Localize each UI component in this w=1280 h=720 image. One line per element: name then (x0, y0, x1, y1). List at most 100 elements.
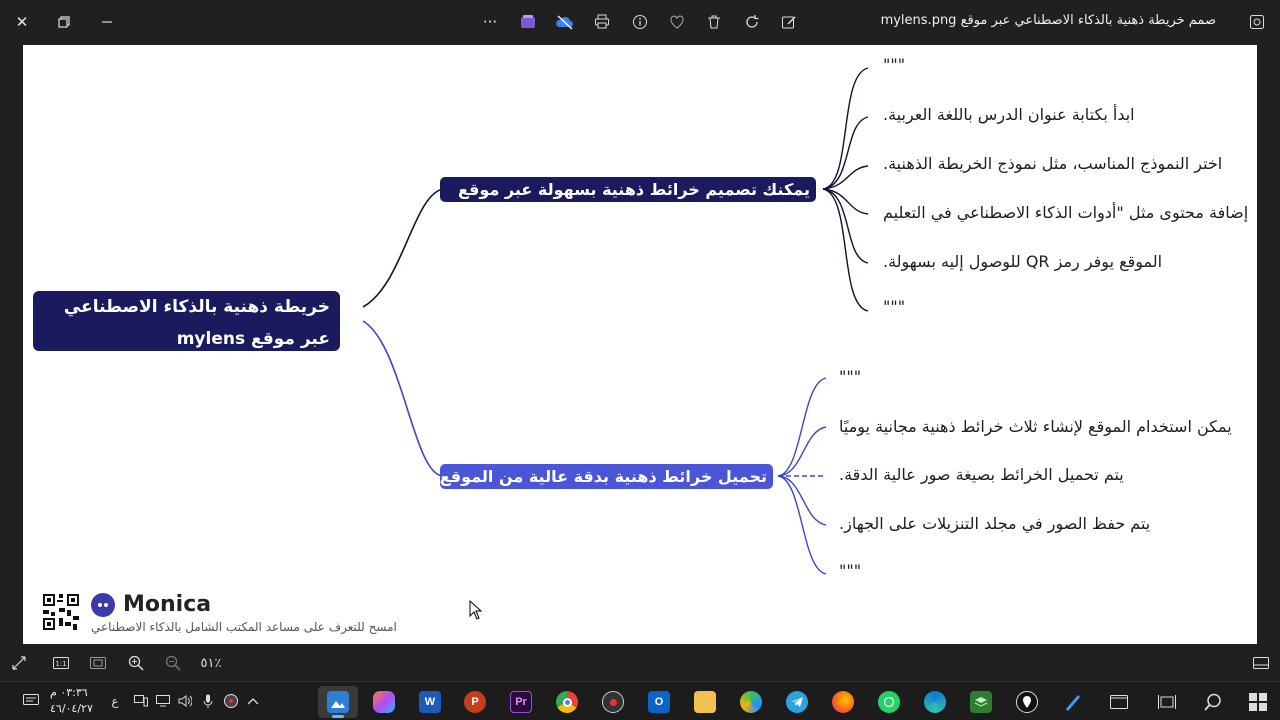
task-view-icon (1156, 691, 1178, 713)
taskbar-start-button[interactable] (1238, 686, 1278, 718)
actual-size-icon[interactable]: 1:1 (50, 652, 72, 674)
copilot-icon (373, 691, 395, 713)
monica-brand-name: Monica (123, 592, 212, 617)
taskbar-pen-app[interactable] (1053, 686, 1093, 718)
taskbar-obs-app[interactable] (593, 686, 633, 718)
telegram-icon (786, 691, 808, 713)
pen-icon (1062, 691, 1084, 713)
mindmap-root-node: خريطة ذهنية بالذكاء الاصطناعي عبر موقع m… (33, 291, 340, 351)
taskbar-word-app[interactable]: W (410, 686, 450, 718)
search-icon (1202, 691, 1224, 713)
clock-date: ٤٦/٠٤/٢٧ (50, 702, 93, 715)
more-options-button[interactable]: ··· (474, 6, 506, 38)
obs-icon (602, 691, 624, 713)
powerpoint-icon: P (464, 691, 486, 713)
windows-taskbar: ٠٣:٣٦ م ٤٦/٠٤/٢٧ ع W P Pr O (0, 681, 1280, 720)
word-icon: W (419, 691, 441, 713)
branch1-leaf-3: اختر النموذج المناسب، مثل نموذج الخريطة … (883, 154, 1223, 173)
map-pin-icon (1016, 691, 1038, 713)
close-icon[interactable]: ✕ (6, 6, 38, 38)
delete-trash-icon[interactable] (698, 6, 730, 38)
taskbar-powerpoint-app[interactable]: P (455, 686, 495, 718)
taskbar-search[interactable] (1193, 686, 1233, 718)
edge-dev-icon (740, 691, 762, 713)
monica-branding: Monica امسح للتعرف على مساعد المكتب الشا… (41, 590, 461, 638)
branch1-leaf-2: ابدأ بكتابة عنوان الدرس باللغة العربية. (883, 105, 1135, 124)
taskbar-task-view[interactable] (1147, 686, 1187, 718)
whatsapp-icon (878, 691, 900, 713)
chrome-icon (556, 691, 578, 713)
chevron-up-icon[interactable] (244, 692, 262, 710)
mindmap-branch-1: يمكنك تصميم خرائط ذهنية بسهولة عبر موقع (440, 177, 816, 202)
info-icon[interactable] (624, 6, 656, 38)
more-label: ··· (482, 13, 498, 31)
branch2-leaf-3: يتم تحميل الخرائط بصيغة صور عالية الدقة. (839, 465, 1124, 484)
filmstrip-icon[interactable] (1250, 652, 1272, 674)
restore-icon[interactable] (48, 6, 80, 38)
microphone-icon[interactable] (199, 692, 217, 710)
minimize-icon[interactable] (91, 6, 123, 38)
zoom-in-icon[interactable] (125, 652, 147, 674)
zoom-out-icon[interactable] (162, 652, 184, 674)
qr-code-icon (41, 592, 81, 632)
taskbar-firefox-app[interactable] (823, 686, 863, 718)
clock-time: ٠٣:٣٦ م (50, 686, 88, 699)
fit-to-window-icon[interactable] (87, 652, 109, 674)
window-icon (1108, 691, 1130, 713)
premiere-icon: Pr (510, 691, 532, 713)
mouse-cursor-icon (469, 600, 483, 620)
taskbar-photos-app[interactable] (318, 686, 358, 718)
image-canvas: خريطة ذهنية بالذكاء الاصطناعي عبر موقع m… (23, 45, 1257, 644)
clipchamp-icon[interactable] (512, 6, 544, 38)
photos-app-icon (1241, 6, 1273, 38)
taskbar-telegram-app[interactable] (777, 686, 817, 718)
svg-text:1:1: 1:1 (55, 660, 66, 668)
branch1-leaf-5: الموقع يوفر رمز QR للوصول إليه بسهولة. (883, 252, 1163, 271)
window-title: صمم خريطة ذهنية بالذكاء الاصطناعي عبر مو… (880, 13, 1216, 28)
firefox-icon (832, 691, 854, 713)
edge-icon (924, 691, 946, 713)
taskbar-premiere-app[interactable]: Pr (501, 686, 541, 718)
monica-tagline: امسح للتعرف على مساعد المكتب الشامل بالذ… (91, 620, 397, 634)
outlook-icon: O (648, 691, 670, 713)
volume-icon[interactable] (176, 692, 194, 710)
taskbar-file-explorer-app[interactable] (685, 686, 725, 718)
branch1-leaf-1: """ (883, 55, 906, 74)
zoom-level: ٥١٪ (200, 655, 222, 671)
viewer-toolbar: 1:1 ٥١٪ (0, 645, 1280, 681)
taskbar-whatsapp-app[interactable] (869, 686, 909, 718)
branch1-leaf-4: إضافة محتوى مثل "أدوات الذكاء الاصطناعي … (883, 203, 1249, 222)
print-icon[interactable] (586, 6, 618, 38)
input-language[interactable]: ع (106, 692, 124, 710)
mindmap-branch-2: تحميل خرائط ذهنية بدقة عالية من الموقع (440, 464, 773, 489)
system-clock[interactable]: ٠٣:٣٦ م ٤٦/٠٤/٢٧ (50, 685, 100, 717)
obs-tray-icon[interactable] (222, 692, 240, 710)
folder-icon (694, 691, 716, 713)
monica-logo-icon (91, 593, 115, 617)
windows-logo-icon (1247, 691, 1269, 713)
title-bar: ✕ ··· صمم خريطة ذهنية بالذكاء الاصطناعي … (0, 0, 1280, 44)
network-icon[interactable] (154, 692, 172, 710)
taskbar-location-app[interactable] (1007, 686, 1047, 718)
layers-icon (970, 691, 992, 713)
taskbar-edge-canary-app[interactable] (731, 686, 771, 718)
taskbar-copilot-app[interactable] (364, 686, 404, 718)
onedrive-off-icon[interactable] (549, 6, 581, 38)
notification-center-icon[interactable] (22, 692, 40, 710)
edit-image-icon[interactable] (773, 6, 805, 38)
photos-icon (327, 691, 349, 713)
branch2-leaf-1: """ (839, 367, 862, 386)
branch2-leaf-4: يتم حفظ الصور في مجلد التنزيلات على الجه… (839, 514, 1151, 533)
branch2-leaf-5: """ (839, 561, 862, 580)
rotate-icon[interactable] (736, 6, 768, 38)
favorite-heart-icon[interactable] (661, 6, 693, 38)
devices-icon[interactable] (132, 692, 150, 710)
taskbar-stack-app[interactable] (961, 686, 1001, 718)
taskbar-chrome-app[interactable] (547, 686, 587, 718)
taskbar-desktop-app[interactable] (1099, 686, 1139, 718)
taskbar-outlook-app[interactable]: O (639, 686, 679, 718)
expand-icon[interactable] (8, 652, 30, 674)
branch1-leaf-6: """ (883, 297, 906, 316)
branch2-leaf-2: يمكن استخدام الموقع لإنشاء ثلاث خرائط ذه… (839, 417, 1232, 436)
taskbar-edge-app[interactable] (915, 686, 955, 718)
